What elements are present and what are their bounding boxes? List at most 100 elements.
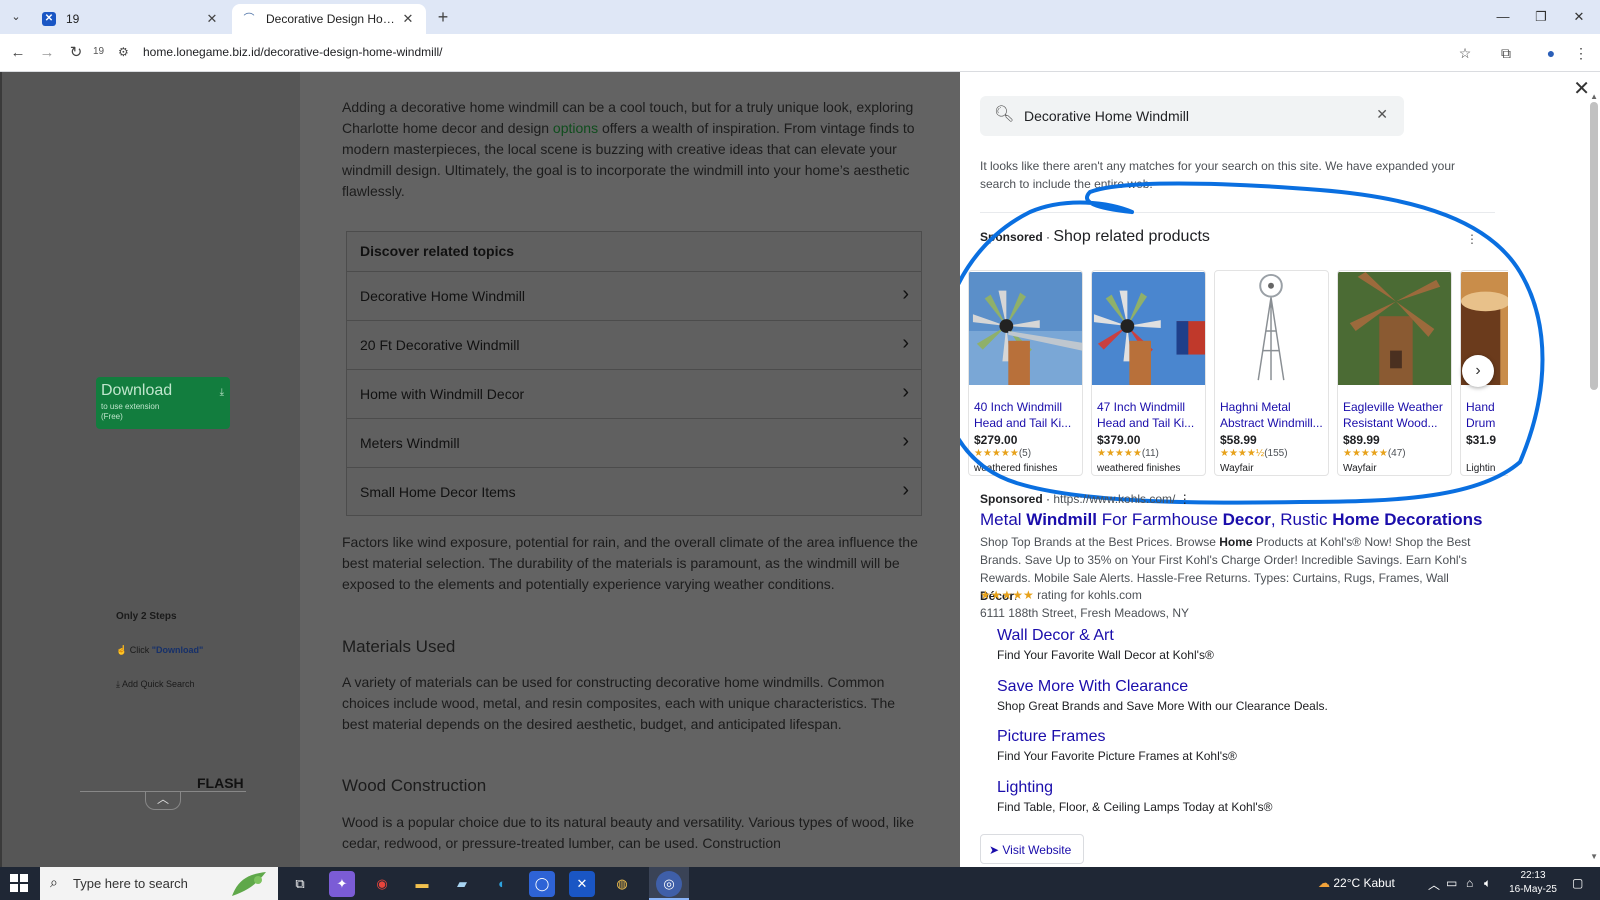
bookmark-star-icon[interactable]: ☆ [1454,42,1476,64]
network-icon[interactable]: ⌂ [1466,876,1473,890]
back-arrow-icon[interactable]: ← [7,42,29,64]
heading-wood-construction: Wood Construction [342,776,487,795]
topic-20ft-decorative-windmill[interactable]: 20 Ft Decorative Windmill › [347,321,921,370]
app-x-icon[interactable]: ✕ [569,871,595,897]
tab-close-icon[interactable]: ✕ [400,11,416,27]
weather-widget[interactable]: ☁ 22°C Kabut [1318,876,1395,890]
search-input[interactable]: 🔍︎ Decorative Home Windmill ✕ [980,96,1404,136]
extension-count-badge: 19 [93,46,105,57]
chevron-right-icon: › [902,283,909,305]
restore-icon[interactable]: ❐ [1530,6,1552,28]
edge-browser-icon[interactable]: ◐ [489,871,515,897]
browser-menu-icon[interactable]: ⋮ [1570,42,1592,64]
new-tab-plus-icon[interactable]: + [432,6,454,28]
review-count: (5) [1018,448,1032,459]
window-close-icon[interactable]: ✕ [1568,6,1590,28]
sitelink-desc: Find Your Favorite Wall Decor at Kohl's® [997,648,1214,662]
ad-address[interactable]: 6111 188th Street, Fresh Meadows, NY [980,606,1189,620]
product-image-wood-windmill [1338,272,1451,385]
review-count: (47) [1387,448,1406,459]
topic-decorative-home-windmill[interactable]: Decorative Home Windmill › [347,272,921,321]
tab-search-chevron-icon[interactable]: ⌄ [6,7,26,27]
chevron-up-icon[interactable]: ︿ [145,792,181,810]
product-card[interactable]: 47 Inch Windmill Head and Tail Ki... $379… [1091,270,1206,476]
sitelink-picture-frames[interactable]: Picture Frames Find Your Favorite Picture… [997,728,1237,763]
shop-title: Shop related products [1053,228,1210,245]
taskbar-search-input[interactable]: ⌕ Type here to search [40,867,278,900]
site-info-icon[interactable]: ⚙ [118,45,129,59]
app-blue-circle-icon[interactable]: ◯ [529,871,555,897]
panel-scrollbar[interactable] [1590,102,1598,390]
clear-search-icon[interactable]: ✕ [1376,106,1388,123]
topic-meters-windmill[interactable]: Meters Windmill › [347,419,921,468]
sitelink-desc: Find Table, Floor, & Ceiling Lamps Today… [997,800,1273,814]
forward-arrow-icon[interactable]: → [36,42,58,64]
minimize-icon[interactable]: — [1492,6,1514,28]
task-view-icon[interactable]: ⧉ [287,871,313,897]
more-options-icon[interactable]: ⋮ [1466,232,1478,246]
product-name-line1: 47 Inch Windmill [1097,400,1186,414]
product-store: Wayfair [1343,463,1377,474]
ad-url[interactable]: https://www.kohls.com/ [1053,492,1175,506]
product-card[interactable]: Haghni Metal Abstract Windmill... $58.99 … [1214,270,1329,476]
product-image-windmill-40 [969,272,1082,385]
pinned-site-icon[interactable]: ◎ [656,871,682,897]
product-name-line2: Drum [1466,416,1496,430]
carousel-next-chevron-icon[interactable]: › [1462,355,1494,387]
product-name: Hand Drum [1466,399,1508,431]
app-red-icon[interactable]: ◉ [369,871,395,897]
system-clock[interactable]: 22:13 16-May-25 [1505,869,1561,897]
download-extension-button[interactable]: Download to use extension (Free) ⤓ [96,377,230,429]
step-1-link[interactable]: "Download" [152,645,204,655]
tab-19[interactable]: ✕ 19 ✕ [32,4,230,34]
notes-app-icon[interactable]: ▰ [449,871,475,897]
scroll-down-arrow-icon[interactable]: ▼ [1590,852,1598,861]
divider [980,212,1495,213]
volume-icon[interactable]: 🔈︎ [1484,876,1491,891]
copilot-icon[interactable]: ✦ [329,871,355,897]
browser-toolbar: ← → ↻ 19 ⚙ home.lonegame.biz.id/decorati… [0,34,1600,72]
product-rating: ★★★★★(5) [974,448,1031,459]
heading-materials-used: Materials Used [342,637,456,656]
ad-title-part: , Rustic [1270,510,1333,529]
sitelink-clearance[interactable]: Save More With Clearance Shop Great Brand… [997,678,1328,713]
sitelink-wall-decor[interactable]: Wall Decor & Art Find Your Favorite Wall … [997,627,1214,662]
sitelink-title[interactable]: Picture Frames [997,728,1237,746]
ad-title-link[interactable]: Metal Windmill For Farmhouse Decor, Rust… [980,510,1482,530]
visit-website-button[interactable]: ➤ Visit Website [980,834,1084,864]
ad-more-icon[interactable]: ⋮ [1179,492,1191,506]
sitelink-title[interactable]: Wall Decor & Art [997,627,1214,645]
windows-start-icon[interactable] [9,873,29,893]
profile-avatar-icon[interactable]: ● [1540,42,1562,64]
ad-title-part: Windmill [1026,510,1097,529]
address-bar-url[interactable]: home.lonegame.biz.id/decorative-design-h… [143,45,442,59]
tray-chevron-up-icon[interactable]: ︿ [1428,876,1440,893]
panel-close-icon[interactable]: ✕ [1573,76,1590,101]
extensions-puzzle-icon[interactable]: ⧉ [1495,42,1517,64]
product-price: $31.9 [1466,433,1497,447]
topic-home-with-windmill-decor[interactable]: Home with Windmill Decor › [347,370,921,419]
product-store: Lightin [1466,463,1496,474]
chrome-icon[interactable]: ◍ [609,871,635,897]
ad-rating-stars: ★★★★★ [980,588,1034,602]
tab-close-icon[interactable]: ✕ [204,11,220,27]
product-card[interactable]: 40 Inch Windmill Head and Tail Ki... $279… [968,270,1083,476]
tray-device-icon[interactable]: ▭ [1446,876,1457,890]
ad-desc-part: Home [1219,535,1253,549]
step-2-text: Add Quick Search [121,679,195,689]
topic-small-home-decor-items[interactable]: Small Home Decor Items › [347,468,921,517]
file-explorer-icon[interactable]: ▬ [409,871,435,897]
options-link[interactable]: options [553,120,598,136]
topic-label: Meters Windmill [360,435,460,451]
tab-decorative-design[interactable]: ⌒ Decorative Design Home Windmill ✕ [232,4,426,34]
sponsored-label: Sponsored [980,230,1043,244]
sitelink-title[interactable]: Lighting [997,779,1273,797]
scroll-up-arrow-icon[interactable]: ▲ [1590,92,1598,101]
sitelink-title[interactable]: Save More With Clearance [997,678,1328,696]
product-card[interactable]: Eagleville Weather Resistant Wood... $89.… [1337,270,1452,476]
reload-icon[interactable]: ↻ [65,42,87,64]
sitelink-desc: Shop Great Brands and Save More With our… [997,699,1328,713]
topic-label: Decorative Home Windmill [360,288,525,304]
sitelink-lighting[interactable]: Lighting Find Table, Floor, & Ceiling Lam… [997,779,1273,814]
notification-icon[interactable]: ▢ [1572,876,1583,890]
